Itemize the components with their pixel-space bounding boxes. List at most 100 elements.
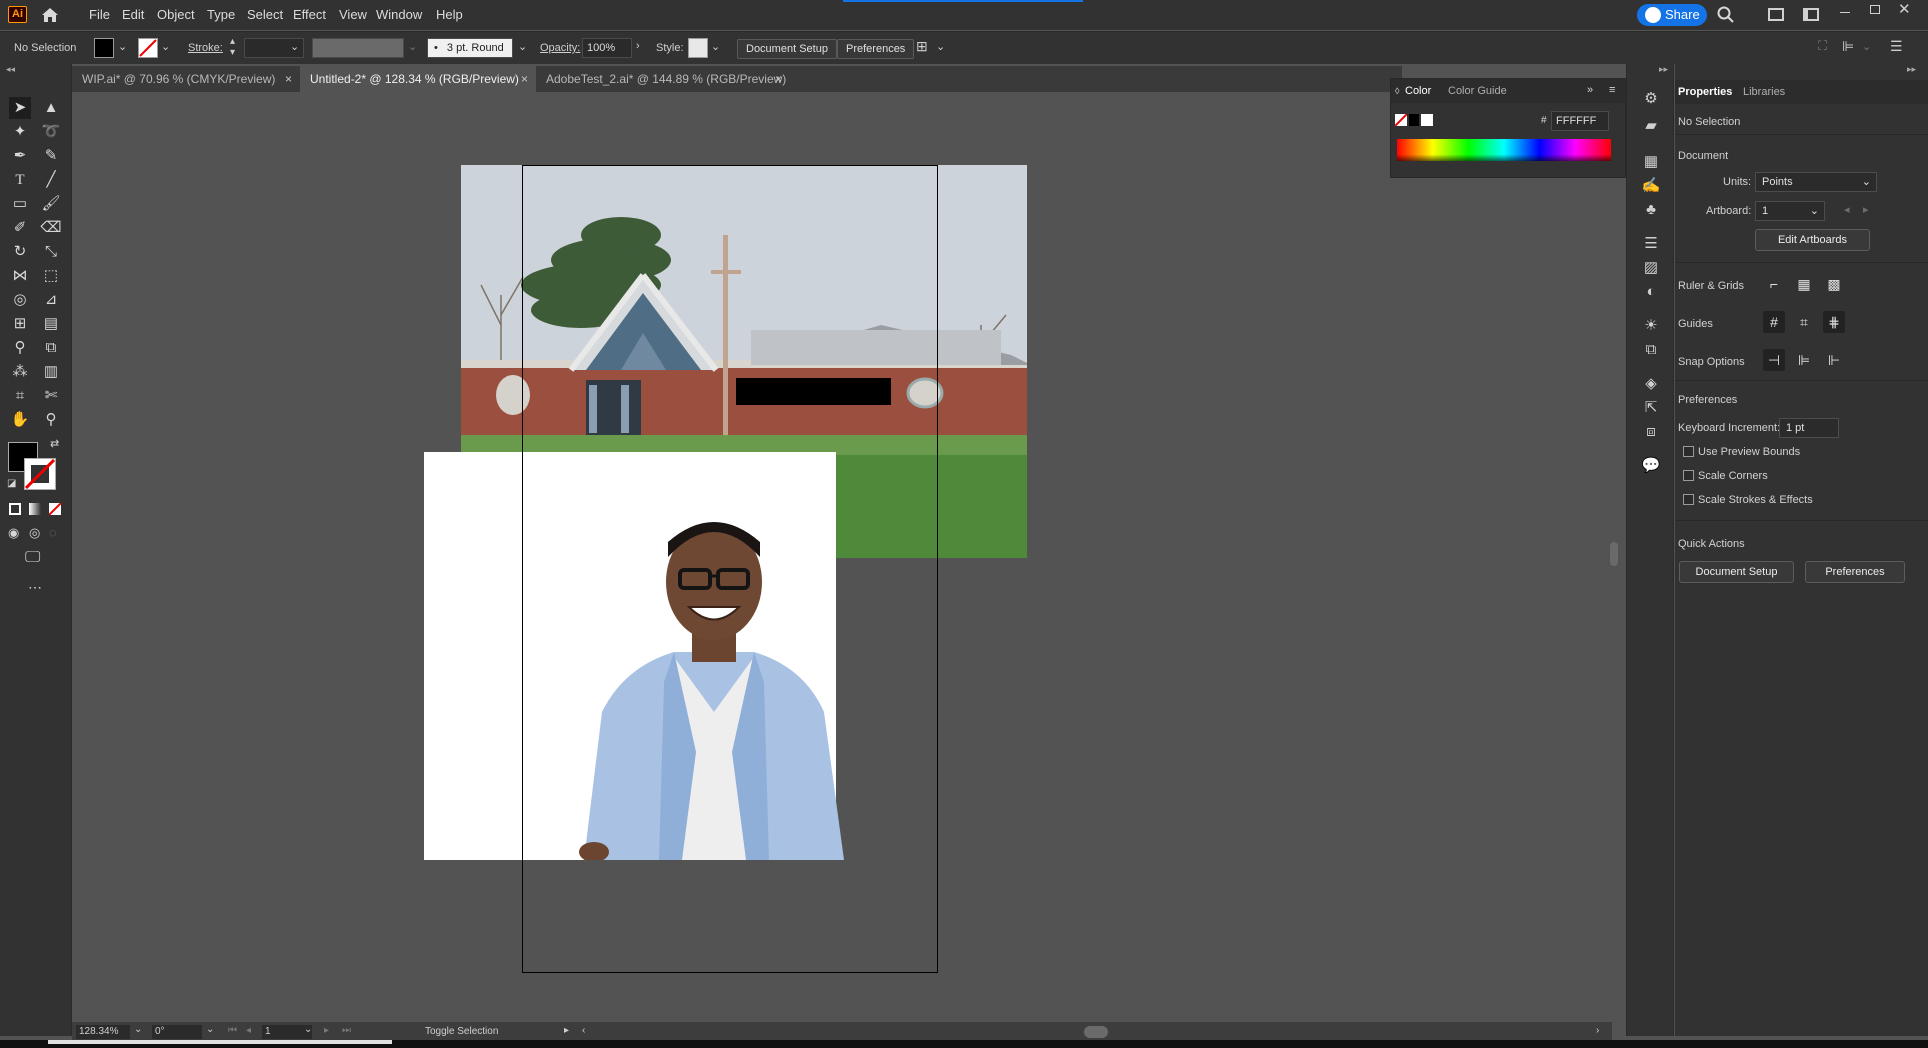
scale-corners-checkbox[interactable] — [1683, 470, 1694, 481]
rulers-icon[interactable]: ⌐ — [1763, 273, 1785, 295]
chevron-down-icon[interactable]: ⌄ — [118, 40, 127, 53]
lasso-icon[interactable]: ➰ — [40, 121, 62, 143]
scroll-left-icon[interactable]: ‹ — [582, 1025, 585, 1036]
color-mode-icon[interactable] — [9, 503, 21, 515]
draw-inside-icon[interactable]: ◌ — [49, 525, 57, 540]
menu-help[interactable]: Help — [436, 7, 463, 22]
symbols-panel-icon[interactable]: ♣ — [1641, 200, 1661, 220]
menu-select[interactable]: Select — [247, 7, 283, 22]
menu-view[interactable]: View — [339, 7, 367, 22]
menu-type[interactable]: Type — [207, 7, 235, 22]
eyedropper-icon[interactable]: ⚲ — [9, 337, 31, 359]
canvas-area[interactable] — [72, 92, 1620, 1022]
transparency-grid-icon[interactable]: ▩ — [1823, 273, 1845, 295]
close-icon[interactable]: × — [775, 66, 782, 92]
menu-object[interactable]: Object — [157, 7, 195, 22]
zoom-tool-icon[interactable]: ⚲ — [40, 409, 62, 431]
magic-wand-icon[interactable]: ✦ — [9, 121, 31, 143]
chevron-icon[interactable]: ◊ — [1395, 86, 1399, 96]
chevron-down-icon[interactable]: ⌄ — [290, 40, 299, 53]
previous-artboard-icon[interactable]: ◂ — [246, 1025, 251, 1036]
variable-width-profile[interactable] — [312, 38, 404, 58]
rotation-field[interactable]: 0° — [152, 1025, 202, 1039]
qa-preferences-button[interactable]: Preferences — [1805, 561, 1905, 583]
search-icon[interactable] — [1716, 5, 1736, 25]
align-icon[interactable]: ⊫ — [1842, 38, 1854, 55]
gradient-mode-icon[interactable] — [29, 503, 41, 515]
tab-wip[interactable]: WIP.ai* @ 70.96 % (CMYK/Preview) × — [72, 66, 300, 92]
appearance-panel-icon[interactable]: ☀ — [1641, 316, 1661, 336]
document-setup-button[interactable]: Document Setup — [737, 39, 837, 59]
graphic-styles-panel-icon[interactable]: ⧉ — [1641, 340, 1661, 360]
close-icon[interactable]: × — [285, 66, 292, 92]
shape-builder-icon[interactable]: ◎ — [9, 289, 31, 311]
opacity-label[interactable]: Opacity: — [540, 42, 580, 54]
direct-selection-tool-icon[interactable]: ▲ — [40, 97, 62, 119]
tab-untitled-2[interactable]: Untitled-2* @ 128.34 % (RGB/Preview) × — [300, 66, 536, 92]
free-transform-icon[interactable]: ⬚ — [40, 265, 62, 287]
chevron-down-icon[interactable]: ⌄ — [518, 40, 527, 53]
brush-definition-field[interactable]: • 3 pt. Round — [427, 38, 513, 58]
eraser-icon[interactable]: ⌫ — [40, 217, 62, 239]
last-artboard-icon[interactable]: ⏭ — [342, 1025, 351, 1036]
chevron-down-icon[interactable]: ⌄ — [134, 1024, 142, 1035]
brushes-panel-icon[interactable]: ✍ — [1641, 176, 1661, 196]
hand-tool-icon[interactable]: ✋ — [9, 409, 31, 431]
qa-document-setup-button[interactable]: Document Setup — [1679, 561, 1794, 583]
properties-panel-icon[interactable]: ⚙ — [1641, 89, 1661, 109]
type-tool-icon[interactable]: T — [9, 169, 31, 191]
layers-panel-icon[interactable]: ◈ — [1641, 374, 1661, 394]
expand-panel-icon[interactable]: » — [1587, 84, 1593, 96]
paintbrush-icon[interactable]: 🖌 — [40, 193, 62, 215]
stroke-swatch[interactable] — [138, 38, 158, 58]
none-mode-icon[interactable] — [48, 502, 62, 516]
preferences-button[interactable]: Preferences — [837, 39, 915, 59]
minimize-icon[interactable] — [1840, 12, 1850, 13]
scale-strokes-checkbox[interactable] — [1683, 494, 1694, 505]
color-spectrum[interactable] — [1397, 139, 1611, 161]
more-tools-icon[interactable]: ⋯ — [28, 579, 42, 596]
screen-mode-icon[interactable]: 🖵 — [25, 549, 40, 567]
gradient-panel-icon[interactable]: ▨ — [1641, 258, 1661, 278]
chevron-right-icon[interactable]: › — [636, 40, 640, 52]
opacity-field[interactable]: 100% — [582, 38, 632, 58]
use-preview-bounds-checkbox[interactable] — [1683, 446, 1694, 457]
keyboard-increment-field[interactable]: 1 pt — [1779, 418, 1839, 438]
draw-normal-icon[interactable]: ◉ — [8, 525, 19, 541]
rectangle-tool-icon[interactable]: ▭ — [9, 193, 31, 215]
tab-color-guide[interactable]: Color Guide — [1448, 85, 1507, 97]
transparency-panel-icon[interactable]: ◐ — [1641, 282, 1661, 302]
workspace-switcher-icon[interactable] — [1803, 8, 1819, 21]
hex-input[interactable]: FFFFFF — [1551, 111, 1609, 131]
stroke-color-swatch[interactable] — [24, 458, 56, 490]
blend-tool-icon[interactable]: ⧉ — [40, 337, 62, 359]
smart-guides-icon[interactable]: ⋕ — [1823, 311, 1845, 333]
tab-libraries[interactable]: Libraries — [1743, 86, 1785, 98]
share-button[interactable]: Share — [1637, 4, 1707, 26]
none-swatch[interactable] — [1394, 113, 1408, 127]
show-guides-icon[interactable]: # — [1763, 311, 1785, 333]
grid-icon[interactable]: ▦ — [1793, 273, 1815, 295]
artboards-panel-icon[interactable]: ⧈ — [1641, 422, 1661, 442]
column-graph-icon[interactable]: ▥ — [40, 361, 62, 383]
scroll-thumb[interactable] — [1610, 542, 1618, 566]
first-artboard-icon[interactable]: ⏮ — [228, 1025, 237, 1036]
white-swatch[interactable] — [1421, 114, 1433, 126]
chevron-down-icon[interactable]: ⌄ — [161, 40, 170, 53]
scale-tool-icon[interactable]: ⤡ — [40, 241, 62, 263]
mesh-tool-icon[interactable]: ⊞ — [9, 313, 31, 335]
width-tool-icon[interactable]: ⋈ — [9, 265, 31, 287]
export-panel-icon[interactable]: ⇱ — [1641, 398, 1661, 418]
draw-behind-icon[interactable]: ◎ — [29, 525, 40, 541]
chevron-down-icon[interactable]: ⌄ — [206, 1024, 214, 1035]
swap-colors-icon[interactable]: ⇄ — [50, 437, 59, 450]
next-artboard-icon[interactable]: ▸ — [1863, 203, 1869, 216]
snap-to-grid-icon[interactable]: ⊫ — [1793, 349, 1815, 371]
rotate-tool-icon[interactable]: ↻ — [9, 241, 31, 263]
comments-panel-icon[interactable]: 💬 — [1641, 456, 1661, 476]
menu-effect[interactable]: Effect — [293, 7, 326, 22]
panel-menu-icon[interactable]: ☰ — [1890, 38, 1903, 55]
selection-tool-icon[interactable]: ➤ — [9, 97, 31, 119]
collapse-icons-icon[interactable]: ▸▸ — [1907, 64, 1916, 75]
status-text[interactable]: Toggle Selection — [425, 1026, 498, 1037]
